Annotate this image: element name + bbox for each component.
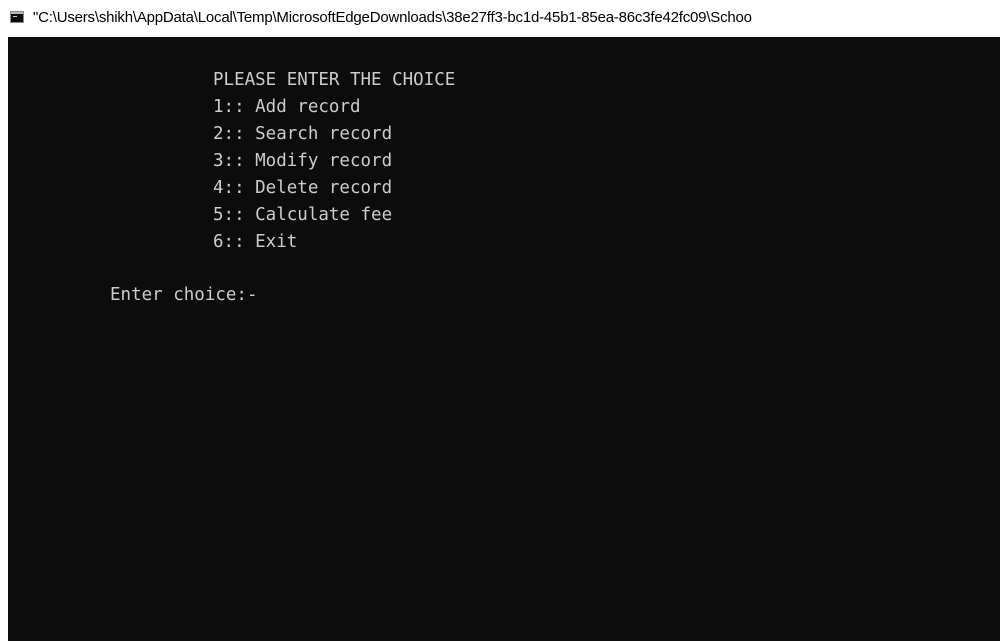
menu-option-exit: 6:: Exit xyxy=(213,232,298,252)
window-title: "C:\Users\shikh\AppData\Local\Temp\Micro… xyxy=(33,9,752,26)
menu-option-modify-record: 3:: Modify record xyxy=(213,151,393,171)
console-output[interactable]: PLEASE ENTER THE CHOICE 1:: Add record 2… xyxy=(8,37,1000,641)
console-window: "C:\Users\shikh\AppData\Local\Temp\Micro… xyxy=(0,0,1000,641)
menu-option-add-record: 1:: Add record xyxy=(213,97,361,117)
menu-option-calculate-fee: 5:: Calculate fee xyxy=(213,205,393,225)
menu-option-delete-record: 4:: Delete record xyxy=(213,178,393,198)
menu-heading: PLEASE ENTER THE CHOICE xyxy=(213,70,456,90)
console-window-icon[interactable] xyxy=(10,11,24,23)
choice-prompt: Enter choice:- xyxy=(110,285,258,305)
menu-option-search-record: 2:: Search record xyxy=(213,124,393,144)
title-bar[interactable]: "C:\Users\shikh\AppData\Local\Temp\Micro… xyxy=(0,0,1000,37)
